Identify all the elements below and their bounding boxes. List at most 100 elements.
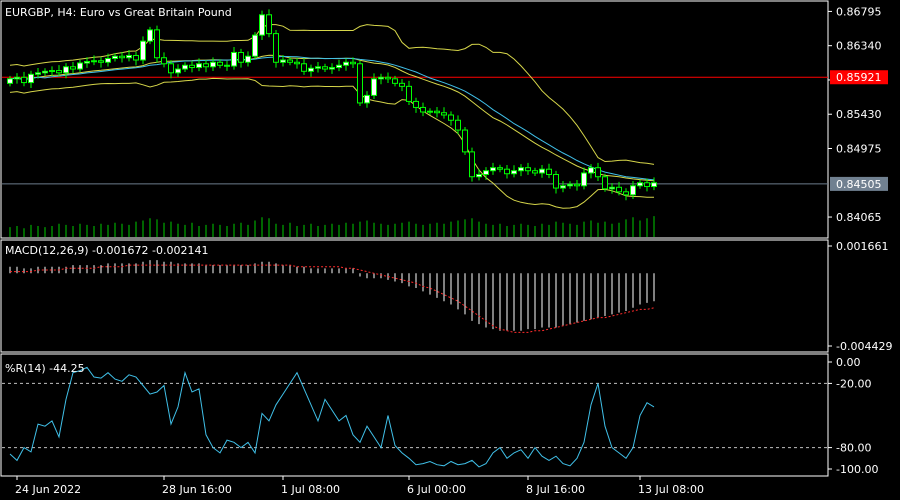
candle-body — [308, 67, 314, 72]
candle-body — [560, 185, 566, 189]
candle-body — [623, 191, 629, 196]
candle-body — [483, 170, 489, 175]
candle-body — [196, 63, 202, 69]
candle-body — [210, 61, 216, 68]
candle — [273, 30, 279, 68]
candle-body — [651, 182, 657, 188]
wpr-tick-label: -80.00 — [836, 442, 871, 455]
red-level-label: 0.85921 — [836, 71, 882, 84]
candle-body — [315, 66, 321, 69]
candle-body — [455, 119, 461, 131]
wpr-tick-label: -100.00 — [836, 463, 878, 476]
candle-body — [252, 34, 258, 57]
timeframe-label: H4: — [57, 6, 76, 19]
candle-body — [532, 170, 538, 174]
candle-body — [413, 100, 419, 108]
candle — [147, 26, 153, 45]
candle-body — [364, 94, 370, 104]
wpr-title: %R(14) -44.25 — [5, 362, 85, 375]
candle-body — [91, 60, 97, 63]
macd-title: MACD(12,26,9) -0.001672 -0.002141 — [5, 244, 208, 257]
candle-body — [140, 40, 146, 61]
wpr-tick-label: -20.00 — [836, 377, 871, 390]
candle-body — [567, 183, 573, 187]
candle-body — [112, 55, 118, 59]
candle-body — [238, 51, 244, 63]
candle-body — [98, 60, 104, 63]
candle-body — [28, 73, 34, 84]
candle-body — [168, 63, 174, 74]
candle-body — [301, 63, 307, 72]
candle-body — [84, 61, 90, 64]
candle-body — [504, 168, 510, 175]
candle — [154, 25, 160, 63]
candle-body — [105, 57, 111, 63]
candle-body — [406, 85, 412, 102]
candle — [469, 147, 475, 182]
candle-body — [203, 63, 209, 68]
candle-body — [259, 14, 265, 36]
candle-body — [525, 167, 531, 172]
candle-body — [350, 61, 356, 65]
candle-body — [448, 114, 454, 121]
candle-body — [49, 70, 55, 73]
candle-body — [385, 76, 391, 80]
candle-body — [630, 185, 636, 196]
candle-body — [273, 33, 279, 63]
candle-body — [378, 76, 384, 80]
candle-body — [595, 167, 601, 178]
candle-body — [518, 167, 524, 172]
candle-body — [287, 59, 293, 63]
candle-body — [77, 62, 83, 70]
chart-window: 0.867950.863400.858850.854300.849750.840… — [0, 0, 900, 500]
chart-header: EURGBP, H4: Euro vs Great Britain Pound — [5, 6, 232, 19]
candle — [602, 173, 608, 192]
candle-body — [182, 64, 188, 70]
candle-body — [175, 68, 181, 74]
candle-body — [553, 173, 559, 189]
price-tick-label: 0.84975 — [836, 142, 882, 155]
time-tick-label: 6 Jul 00:00 — [407, 483, 466, 496]
candle-body — [70, 66, 76, 70]
current-price-label: 0.84505 — [836, 178, 882, 191]
candle-body — [231, 51, 237, 67]
candle-body — [434, 110, 440, 114]
time-tick-label: 13 Jul 08:00 — [638, 483, 704, 496]
candle-body — [42, 70, 48, 74]
candle-body — [294, 61, 300, 65]
candle-body — [476, 173, 482, 178]
candle-body — [462, 129, 468, 153]
candle-body — [322, 66, 328, 70]
candle-body — [147, 29, 153, 42]
candle-body — [343, 61, 349, 66]
candle-body — [126, 54, 132, 59]
candle-body — [217, 61, 223, 66]
candle-body — [56, 70, 62, 74]
candle-body — [399, 82, 405, 87]
candle-body — [119, 55, 125, 59]
candle-body — [371, 78, 377, 96]
candle-body — [497, 167, 503, 170]
macd-tick-label: 0.001661 — [836, 240, 889, 253]
candle-body — [441, 112, 447, 116]
time-tick-label: 28 Jun 16:00 — [162, 483, 232, 496]
price-tick-label: 0.85430 — [836, 108, 882, 121]
candle-body — [161, 57, 167, 65]
candle-body — [336, 64, 342, 69]
candle-body — [581, 172, 587, 187]
candle-body — [63, 66, 69, 74]
candle-body — [588, 167, 594, 174]
candle-body — [490, 167, 496, 172]
candle-body — [224, 64, 230, 67]
symbol-label: EURGBP — [5, 6, 51, 19]
candle-body — [602, 176, 608, 190]
wpr-tick-label: 0.00 — [836, 356, 861, 369]
candle-body — [469, 151, 475, 178]
candle-body — [616, 186, 622, 193]
candle-body — [35, 72, 41, 75]
candle — [357, 60, 363, 106]
candle — [462, 127, 468, 155]
candle-body — [574, 183, 580, 187]
candle-body — [280, 59, 286, 63]
candle — [259, 10, 265, 40]
